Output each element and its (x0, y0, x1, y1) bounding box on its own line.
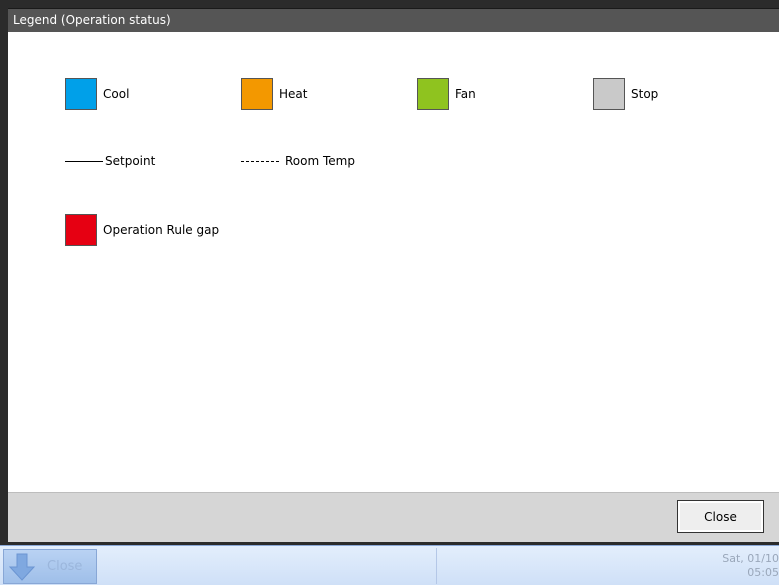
taskbar-close-button[interactable]: Close (3, 549, 97, 584)
legend-item-room-temp: Room Temp (241, 154, 355, 168)
legend-item-stop: Stop (593, 78, 658, 110)
solid-line-icon (65, 160, 103, 162)
dialog-footer: Close (8, 492, 779, 542)
rule-gap-swatch (65, 214, 97, 246)
time-text: 05:05 (747, 566, 779, 579)
datetime-display: Sat, 01/10 05:05 (699, 552, 779, 580)
fan-swatch (417, 78, 449, 110)
legend-label-setpoint: Setpoint (105, 154, 156, 168)
legend-item-setpoint: Setpoint (65, 154, 155, 168)
legend-label-room-temp: Room Temp (285, 154, 355, 168)
dashed-line-icon (241, 160, 279, 162)
taskbar: Close Sat, 01/10 05:05 (0, 545, 779, 585)
date-text: Sat, 01/10 (722, 552, 779, 565)
legend-label-heat: Heat (279, 87, 308, 101)
stop-swatch (593, 78, 625, 110)
legend-label-rule-gap: Operation Rule gap (103, 223, 220, 237)
taskbar-button-label: Close (47, 559, 83, 574)
close-button[interactable]: Close (677, 500, 764, 533)
dialog-title: Legend (Operation status) (8, 9, 779, 32)
legend-item-heat: Heat (241, 78, 307, 110)
legend-item-cool: Cool (65, 78, 129, 110)
legend-label-fan: Fan (455, 87, 476, 101)
taskbar-divider (436, 548, 437, 584)
legend-item-fan: Fan (417, 78, 476, 110)
cool-swatch (65, 78, 97, 110)
heat-swatch (241, 78, 273, 110)
legend-content: Cool Heat Fan Stop Setpoint Room Temp Op… (8, 32, 779, 492)
legend-item-rule-gap: Operation Rule gap (65, 214, 219, 246)
legend-label-cool: Cool (103, 87, 130, 101)
legend-label-stop: Stop (631, 87, 659, 101)
down-arrow-icon (8, 553, 36, 581)
legend-dialog: Legend (Operation status) Cool Heat Fan … (8, 8, 779, 542)
